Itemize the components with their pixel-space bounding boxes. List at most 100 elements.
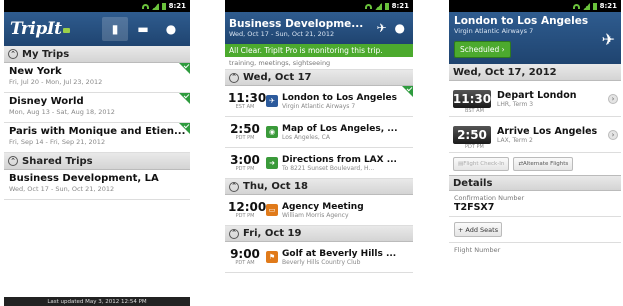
event-title: London to Los Angeles [282,92,397,103]
chevron-right-icon[interactable]: › [608,94,618,104]
collapse-icon: ⌃ [229,228,239,239]
shared-trips-header[interactable]: ⌃ Shared Trips [4,153,190,170]
event-sub: Beverly Hills Country Club [282,258,361,266]
wifi-icon [572,3,580,9]
event-time: 12:00 [228,200,267,214]
event-sub: Virgin Atlantic Airways 7 [282,102,356,110]
wifi-icon [141,3,149,9]
alternate-flights-label: Alternate Flights [522,161,569,167]
battery-icon [592,2,597,10]
status-bar: 8:21 [225,0,413,12]
flight-header: London to Los Angeles Virgin Atlantic Ai… [449,12,621,64]
status-bar: 8:21 [4,0,190,12]
event-title: Agency Meeting [282,201,364,212]
day-label: Fri, Oct 19 [243,228,302,239]
event-time: 2:50 [230,122,260,136]
flight-checkin-label: Flight Check-In [463,161,505,167]
confirmation-value: T2FSX7 [454,202,495,213]
event-sub: To 8221 Sunset Boulevard, H... [282,164,375,172]
day-label: Wed, Oct 17 [243,72,312,83]
tripit-logo: TripIt [10,19,62,39]
itinerary-card-icon[interactable]: ▬ [130,17,156,41]
trip-dates: Wed, Oct 17 - Sun, Oct 21, 2012 [229,30,335,38]
trip-name: Business Development, LA [9,173,159,184]
plane-icon[interactable]: ✈ [376,21,386,35]
checkmark-icon [402,86,413,97]
collapse-icon: ⌃ [229,181,239,192]
depart-row[interactable]: 11:30 BST AM Depart London LHR, Term 3 › [449,81,621,117]
depart-terminal: LHR, Term 3 [497,100,534,108]
flight-date: Wed, Oct 17, 2012 [449,64,621,81]
alternate-flights-button[interactable]: ⇄ Alternate Flights [513,157,574,171]
event-sub: Los Angeles, CA [282,133,330,141]
trip-dates: Mon, Aug 13 - Sat, Aug 18, 2012 [9,108,115,116]
event-row[interactable]: 3:00 PDT PM ➜ Directions from LAX ... To 8… [225,148,413,179]
my-trips-header[interactable]: ⌃ My Trips [4,46,190,63]
depart-time: 11:30 [452,89,492,108]
event-row[interactable]: 2:50 PDT PM ◉ Map of Los Angeles, ... Los … [225,117,413,148]
airline-label: Virgin Atlantic Airways 7 [454,27,534,35]
collapse-icon: ⌃ [229,72,239,83]
my-trips-label: My Trips [22,48,70,60]
arrive-terminal: LAX, Term 2 [497,136,533,144]
arrive-row[interactable]: 2:50 PDT PM Arrive Los Angeles LAX, Term… [449,117,621,153]
day-header[interactable]: ⌃ Fri, Oct 19 [225,226,413,242]
event-row[interactable]: 9:00 PDT AM ⚑ Golf at Beverly Hills ... Be… [225,242,413,273]
trip-name: New York [9,66,62,77]
trip-dates: Wed, Oct 17 - Sun, Oct 21, 2012 [9,185,115,193]
trips-briefcase-icon[interactable]: ▮ [102,17,128,41]
clock: 8:21 [391,2,409,10]
event-row[interactable]: 12:00 PDT PM ▭ Agency Meeting William Morr… [225,195,413,226]
event-sub: William Morris Agency [282,211,349,219]
my-trips-screen: 8:21 TripIt ▮ ▬ ● ⌃ My Trips New York Fr… [4,0,190,306]
signal-icon [374,2,382,10]
shared-trip-item[interactable]: Business Development, LA Wed, Oct 17 - S… [4,170,190,200]
flight-action-bar: ▤ Flight Check-In ⇄ Alternate Flights [449,153,621,175]
checkmark-icon [179,123,190,134]
collapse-icon: ⌃ [8,156,18,166]
meeting-icon: ▭ [266,204,278,216]
trip-item[interactable]: New York Fri, Jul 20 - Mon, Jul 23, 2012 [4,63,190,93]
logo-tag-icon [62,28,70,33]
details-header: Details [449,175,621,191]
trip-dates: Fri, Sep 14 - Fri, Sep 21, 2012 [9,138,106,146]
trip-name: Disney World [9,96,84,107]
event-time: 9:00 [230,247,260,261]
signal-icon [582,2,590,10]
flight-detail-screen: 8:21 London to Los Angeles Virgin Atlant… [449,0,621,306]
shared-trips-label: Shared Trips [22,155,93,167]
trip-dates: Fri, Jul 20 - Mon, Jul 23, 2012 [9,78,103,86]
signal-icon [151,2,159,10]
flight-title: London to Los Angeles [454,15,589,27]
day-label: Thu, Oct 18 [243,181,308,192]
trip-header: Business Developme... Wed, Oct 17 - Sun,… [225,12,413,44]
trip-item[interactable]: Paris with Monique and Etien... Fri, Sep… [4,123,190,153]
plane-icon: ✈ [601,30,615,49]
trip-title: Business Developme... [229,18,364,30]
app-header: TripIt ▮ ▬ ● [4,12,190,46]
scheduled-status-button[interactable]: Scheduled › [454,41,511,58]
trip-tags: training, meetings, sightseeing [225,57,413,70]
add-seats-button[interactable]: + Add Seats [454,222,502,237]
checkmark-icon [179,63,190,74]
golf-icon: ⚑ [266,251,278,263]
map-pin-icon: ◉ [266,126,278,138]
event-row[interactable]: 11:30 EST AM ✈ London to Los Angeles Virgi… [225,86,413,117]
confirmation-field: Confirmation Number T2FSX7 [449,191,621,217]
trip-item[interactable]: Disney World Mon, Aug 13 - Sat, Aug 18, … [4,93,190,123]
chevron-right-icon[interactable]: › [608,130,618,140]
clock: 8:21 [599,2,617,10]
trip-name: Paris with Monique and Etien... [9,126,185,137]
flight-number-field: Flight Number [449,242,621,257]
all-clear-banner: All Clear. TripIt Pro is monitoring this… [225,44,413,57]
event-time: 11:30 [228,91,267,105]
arrive-title: Arrive Los Angeles [497,125,598,137]
battery-icon [384,2,389,10]
people-icon[interactable]: ● [395,21,405,35]
day-header[interactable]: ⌃ Thu, Oct 18 [225,179,413,195]
battery-icon [161,2,166,10]
flight-checkin-button[interactable]: ▤ Flight Check-In [453,157,510,171]
profile-icon[interactable]: ● [158,17,184,41]
day-header[interactable]: ⌃ Wed, Oct 17 [225,70,413,86]
event-title: Directions from LAX ... [282,154,397,165]
